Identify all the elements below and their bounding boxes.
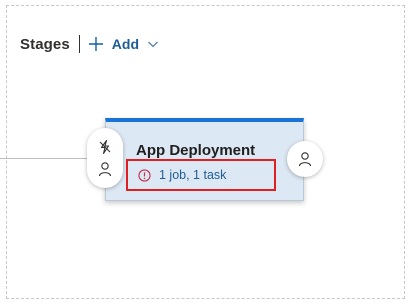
- lightning-icon[interactable]: [97, 139, 113, 155]
- add-stage-button[interactable]: Add: [88, 36, 159, 52]
- chevron-down-icon[interactable]: [147, 38, 159, 50]
- post-deployment-approvals-button[interactable]: [287, 141, 323, 177]
- person-icon[interactable]: [97, 161, 113, 177]
- stages-toolbar: Stages Add: [20, 30, 159, 58]
- plus-icon: [88, 37, 103, 51]
- exclamation-circle-icon: [138, 168, 151, 182]
- add-stage-label: Add: [111, 36, 140, 52]
- person-icon: [298, 152, 312, 167]
- stage-card-app-deployment[interactable]: App Deployment 1 job, 1 task: [105, 118, 304, 201]
- stages-title: Stages: [20, 35, 70, 53]
- artifact-connector-line: [0, 158, 92, 159]
- stage-name[interactable]: App Deployment: [136, 142, 255, 159]
- job-task-summary: 1 job, 1 task: [159, 168, 227, 182]
- pre-deployment-conditions: [87, 128, 123, 188]
- stage-job-task-link[interactable]: 1 job, 1 task: [126, 159, 276, 191]
- toolbar-divider: [78, 35, 80, 53]
